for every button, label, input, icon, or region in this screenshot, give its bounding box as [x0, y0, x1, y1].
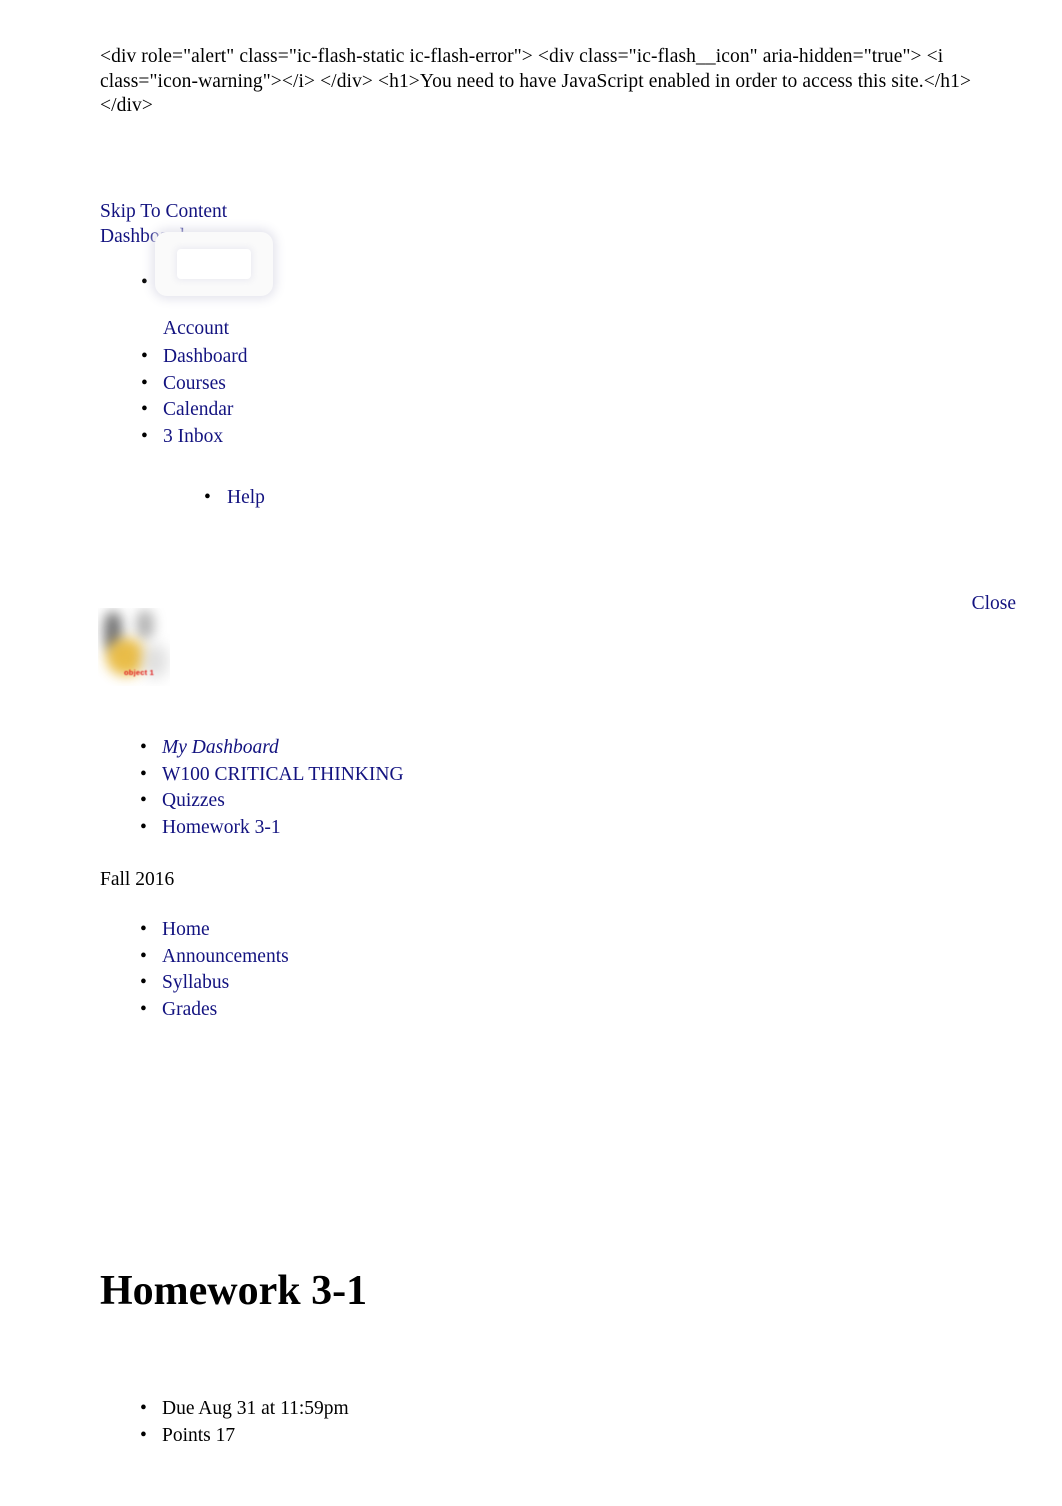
avatar-placeholder-icon [177, 249, 251, 279]
course-nav-label-home[interactable]: Home [162, 917, 210, 944]
thumbnail-caption: object 1 [124, 668, 154, 677]
skip-to-content-link[interactable]: Skip To Content [100, 199, 227, 224]
breadcrumb-label-course[interactable]: W100 CRITICAL THINKING [162, 762, 404, 789]
global-nav-label-calendar[interactable]: Calendar [163, 397, 233, 424]
javascript-disabled-flash-message: <div role="alert" class="ic-flash-static… [100, 46, 972, 117]
broken-image-thumbnail: object 1 [98, 608, 170, 686]
course-nav-item-grades[interactable]: Grades [140, 997, 640, 1024]
course-nav-item-announcements[interactable]: Announcements [140, 944, 640, 971]
global-nav-sublist: Help [204, 485, 265, 512]
assignment-due-date: Due Aug 31 at 11:59pm [140, 1396, 740, 1423]
global-nav-item-dashboard[interactable]: Dashboard [141, 344, 641, 371]
global-nav-label-courses[interactable]: Courses [163, 371, 226, 398]
breadcrumb-item-homework[interactable]: Homework 3-1 [140, 815, 740, 842]
global-nav-item-account[interactable]: Account [141, 232, 641, 344]
course-nav-item-syllabus[interactable]: Syllabus [140, 970, 640, 997]
global-nav-label-inbox[interactable]: Inbox [178, 424, 224, 451]
page-root: <div role="alert" class="ic-flash-static… [0, 0, 1062, 1506]
global-nav-label-dashboard[interactable]: Dashboard [163, 344, 247, 371]
close-tray[interactable]: Close [972, 592, 1016, 616]
global-nav-label-help[interactable]: Help [227, 485, 265, 512]
assignment-points: Points 17 [140, 1423, 740, 1450]
course-navigation-list: Home Announcements Syllabus Grades [140, 917, 640, 1023]
global-nav-label-account[interactable]: Account [163, 316, 229, 343]
breadcrumb-label-quizzes[interactable]: Quizzes [162, 788, 225, 815]
course-term-label: Fall 2016 [100, 869, 175, 890]
breadcrumb-item-quizzes[interactable]: Quizzes [140, 788, 740, 815]
breadcrumb-label-homework[interactable]: Homework 3-1 [162, 815, 281, 842]
course-nav-label-announcements[interactable]: Announcements [162, 944, 289, 971]
global-navigation-list: Account Dashboard Courses Calendar 3 Inb… [141, 232, 641, 511]
global-nav-item-help[interactable]: Help [204, 485, 265, 512]
breadcrumb-item-my-dashboard[interactable]: My Dashboard [140, 735, 740, 762]
inbox-unread-badge[interactable]: 3 [163, 424, 173, 451]
breadcrumb-label-my-dashboard[interactable]: My Dashboard [162, 735, 279, 762]
course-nav-label-syllabus[interactable]: Syllabus [162, 970, 229, 997]
global-nav-item-courses[interactable]: Courses [141, 371, 641, 398]
page-title: Homework 3-1 [100, 1268, 368, 1314]
assignment-meta-list: Due Aug 31 at 11:59pm Points 17 [140, 1396, 740, 1449]
course-nav-item-home[interactable]: Home [140, 917, 640, 944]
global-nav-item-inbox[interactable]: 3 Inbox [141, 424, 641, 451]
close-link-label[interactable]: Close [972, 592, 1016, 616]
breadcrumb-item-course[interactable]: W100 CRITICAL THINKING [140, 762, 740, 789]
breadcrumb: My Dashboard W100 CRITICAL THINKING Quiz… [140, 735, 740, 841]
thumbnail-blob-gray [136, 610, 154, 640]
global-nav-item-calendar[interactable]: Calendar [141, 397, 641, 424]
course-nav-label-grades[interactable]: Grades [162, 997, 217, 1024]
avatar[interactable] [155, 232, 273, 296]
